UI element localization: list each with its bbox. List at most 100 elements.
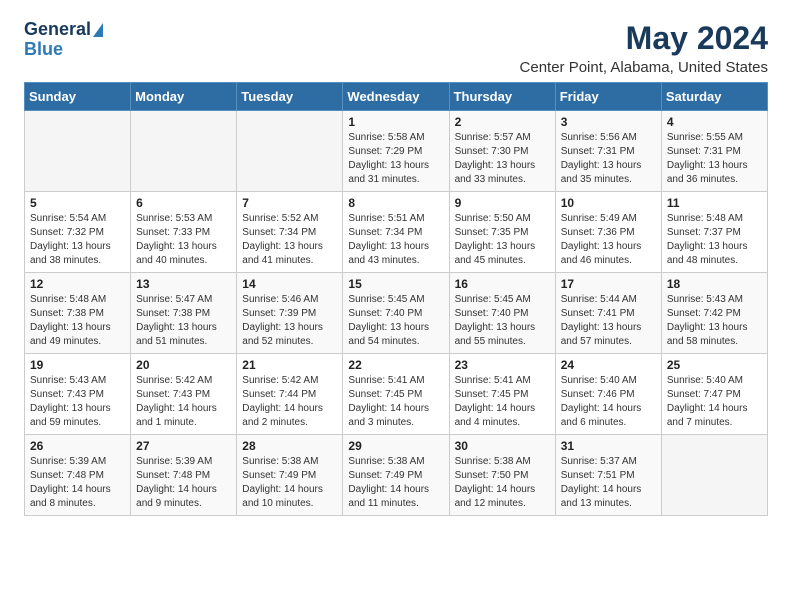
day-info: Sunrise: 5:37 AM Sunset: 7:51 PM Dayligh… [561,455,656,511]
day-number: 23 [455,358,550,372]
day-info: Sunrise: 5:38 AM Sunset: 7:49 PM Dayligh… [348,455,443,511]
calendar-cell: 21 Sunrise: 5:42 AM Sunset: 7:44 PM Dayli… [237,354,343,435]
day-number: 12 [30,277,125,291]
day-info: Sunrise: 5:44 AM Sunset: 7:41 PM Dayligh… [561,293,656,349]
weekday-header-wednesday: Wednesday [343,83,449,111]
day-info: Sunrise: 5:40 AM Sunset: 7:47 PM Dayligh… [667,374,762,430]
day-info: Sunrise: 5:58 AM Sunset: 7:29 PM Dayligh… [348,131,443,187]
day-number: 6 [136,196,231,210]
day-number: 27 [136,439,231,453]
logo-blue-text: Blue [24,40,63,60]
day-number: 30 [455,439,550,453]
day-info: Sunrise: 5:46 AM Sunset: 7:39 PM Dayligh… [242,293,337,349]
calendar-week-5: 26Sunrise: 5:39 AM Sunset: 7:48 PM Dayli… [25,435,768,516]
day-number: 7 [242,196,337,210]
calendar-cell: 28Sunrise: 5:38 AM Sunset: 7:49 PM Dayli… [237,435,343,516]
day-info: Sunrise: 5:41 AM Sunset: 7:45 PM Dayligh… [455,374,550,430]
weekday-header-thursday: Thursday [449,83,555,111]
day-info: Sunrise: 5:41 AM Sunset: 7:45 PM Dayligh… [348,374,443,430]
day-info: Sunrise: 5:43 AM Sunset: 7:42 PM Dayligh… [667,293,762,349]
calendar-table: SundayMondayTuesdayWednesdayThursdayFrid… [24,82,768,516]
day-info: Sunrise: 5:45 AM Sunset: 7:40 PM Dayligh… [455,293,550,349]
day-info: Sunrise: 5:39 AM Sunset: 7:48 PM Dayligh… [136,455,231,511]
calendar-cell: 30Sunrise: 5:38 AM Sunset: 7:50 PM Dayli… [449,435,555,516]
calendar-cell: 7 Sunrise: 5:52 AM Sunset: 7:34 PM Daylig… [237,192,343,273]
day-number: 2 [455,115,550,129]
calendar-cell: 18 Sunrise: 5:43 AM Sunset: 7:42 PM Dayli… [661,273,767,354]
calendar-week-4: 19Sunrise: 5:43 AM Sunset: 7:43 PM Dayli… [25,354,768,435]
calendar-cell: 31Sunrise: 5:37 AM Sunset: 7:51 PM Dayli… [555,435,661,516]
day-info: Sunrise: 5:48 AM Sunset: 7:37 PM Dayligh… [667,212,762,268]
day-number: 15 [348,277,443,291]
calendar-cell: 15 Sunrise: 5:45 AM Sunset: 7:40 PM Dayli… [343,273,449,354]
day-info: Sunrise: 5:50 AM Sunset: 7:35 PM Dayligh… [455,212,550,268]
day-number: 25 [667,358,762,372]
calendar-week-3: 12 Sunrise: 5:48 AM Sunset: 7:38 PM Dayli… [25,273,768,354]
day-number: 9 [455,196,550,210]
calendar-cell: 4Sunrise: 5:55 AM Sunset: 7:31 PM Daylig… [661,111,767,192]
logo-icon [93,23,103,37]
day-info: Sunrise: 5:43 AM Sunset: 7:43 PM Dayligh… [30,374,125,430]
day-number: 3 [561,115,656,129]
calendar-cell: 8Sunrise: 5:51 AM Sunset: 7:34 PM Daylig… [343,192,449,273]
weekday-header-monday: Monday [131,83,237,111]
main-title: May 2024 [520,20,768,57]
day-number: 17 [561,277,656,291]
calendar-cell [25,111,131,192]
weekday-header-friday: Friday [555,83,661,111]
calendar-cell: 5 Sunrise: 5:54 AM Sunset: 7:32 PM Daylig… [25,192,131,273]
day-number: 28 [242,439,337,453]
day-number: 22 [348,358,443,372]
calendar-cell: 19Sunrise: 5:43 AM Sunset: 7:43 PM Dayli… [25,354,131,435]
day-number: 13 [136,277,231,291]
calendar-cell: 20Sunrise: 5:42 AM Sunset: 7:43 PM Dayli… [131,354,237,435]
calendar-cell: 12 Sunrise: 5:48 AM Sunset: 7:38 PM Dayli… [25,273,131,354]
day-number: 1 [348,115,443,129]
weekday-header-saturday: Saturday [661,83,767,111]
weekday-header-row: SundayMondayTuesdayWednesdayThursdayFrid… [25,83,768,111]
day-number: 4 [667,115,762,129]
calendar-week-1: 1 Sunrise: 5:58 AM Sunset: 7:29 PM Daylig… [25,111,768,192]
day-number: 11 [667,196,762,210]
calendar-cell: 26Sunrise: 5:39 AM Sunset: 7:48 PM Dayli… [25,435,131,516]
day-number: 20 [136,358,231,372]
day-info: Sunrise: 5:49 AM Sunset: 7:36 PM Dayligh… [561,212,656,268]
calendar-cell: 25 Sunrise: 5:40 AM Sunset: 7:47 PM Dayli… [661,354,767,435]
calendar-cell: 9 Sunrise: 5:50 AM Sunset: 7:35 PM Daylig… [449,192,555,273]
calendar-cell: 1 Sunrise: 5:58 AM Sunset: 7:29 PM Daylig… [343,111,449,192]
calendar-cell [237,111,343,192]
calendar-cell: 11 Sunrise: 5:48 AM Sunset: 7:37 PM Dayli… [661,192,767,273]
calendar-cell: 22 Sunrise: 5:41 AM Sunset: 7:45 PM Dayli… [343,354,449,435]
logo-general-text: General [24,20,91,40]
calendar-cell: 16 Sunrise: 5:45 AM Sunset: 7:40 PM Dayli… [449,273,555,354]
page-header: General Blue May 2024 Center Point, Alab… [24,20,768,76]
day-info: Sunrise: 5:54 AM Sunset: 7:32 PM Dayligh… [30,212,125,268]
day-number: 14 [242,277,337,291]
day-info: Sunrise: 5:57 AM Sunset: 7:30 PM Dayligh… [455,131,550,187]
calendar-cell: 29Sunrise: 5:38 AM Sunset: 7:49 PM Dayli… [343,435,449,516]
day-number: 24 [561,358,656,372]
day-info: Sunrise: 5:48 AM Sunset: 7:38 PM Dayligh… [30,293,125,349]
calendar-cell: 10Sunrise: 5:49 AM Sunset: 7:36 PM Dayli… [555,192,661,273]
calendar-cell: 14 Sunrise: 5:46 AM Sunset: 7:39 PM Dayli… [237,273,343,354]
calendar-cell: 6 Sunrise: 5:53 AM Sunset: 7:33 PM Daylig… [131,192,237,273]
calendar-cell: 23 Sunrise: 5:41 AM Sunset: 7:45 PM Dayli… [449,354,555,435]
day-number: 18 [667,277,762,291]
day-info: Sunrise: 5:42 AM Sunset: 7:44 PM Dayligh… [242,374,337,430]
calendar-week-2: 5 Sunrise: 5:54 AM Sunset: 7:32 PM Daylig… [25,192,768,273]
day-number: 16 [455,277,550,291]
day-info: Sunrise: 5:51 AM Sunset: 7:34 PM Dayligh… [348,212,443,268]
calendar-cell: 17 Sunrise: 5:44 AM Sunset: 7:41 PM Dayli… [555,273,661,354]
weekday-header-tuesday: Tuesday [237,83,343,111]
day-number: 21 [242,358,337,372]
day-info: Sunrise: 5:45 AM Sunset: 7:40 PM Dayligh… [348,293,443,349]
calendar-cell: 2 Sunrise: 5:57 AM Sunset: 7:30 PM Daylig… [449,111,555,192]
day-info: Sunrise: 5:56 AM Sunset: 7:31 PM Dayligh… [561,131,656,187]
day-info: Sunrise: 5:52 AM Sunset: 7:34 PM Dayligh… [242,212,337,268]
calendar-cell: 3 Sunrise: 5:56 AM Sunset: 7:31 PM Daylig… [555,111,661,192]
day-number: 5 [30,196,125,210]
day-info: Sunrise: 5:53 AM Sunset: 7:33 PM Dayligh… [136,212,231,268]
weekday-header-sunday: Sunday [25,83,131,111]
day-info: Sunrise: 5:40 AM Sunset: 7:46 PM Dayligh… [561,374,656,430]
title-area: May 2024 Center Point, Alabama, United S… [520,20,768,76]
